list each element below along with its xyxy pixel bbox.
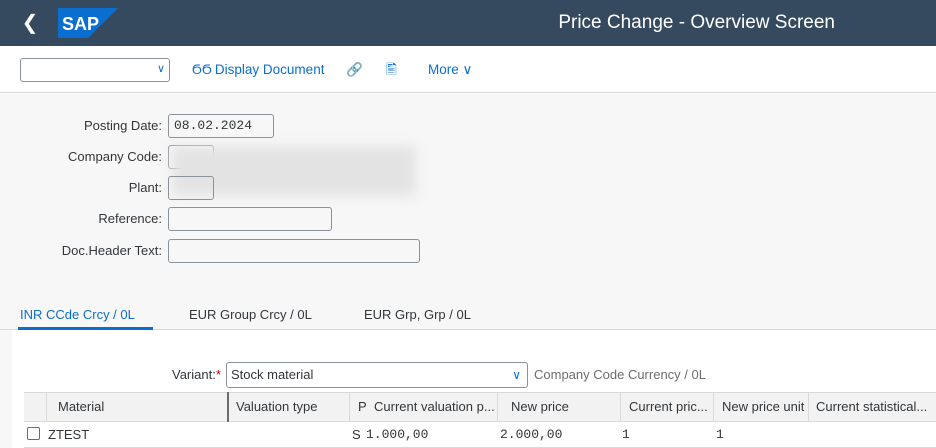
cell-current-price-unit[interactable]: 1 (622, 427, 630, 442)
plant-field[interactable] (168, 176, 214, 200)
col-header-material[interactable]: Material (58, 399, 224, 414)
required-mark: * (215, 367, 221, 382)
doc-header-text-field[interactable] (168, 239, 420, 263)
row-select-checkbox[interactable] (27, 427, 40, 440)
col-header-p[interactable]: P (358, 399, 370, 414)
variant-select[interactable]: Stock material ∨ (226, 362, 528, 388)
document-icon[interactable]: 🖺 (386, 59, 397, 81)
col-header-current-statistical[interactable]: Current statistical... (816, 399, 934, 414)
cell-p[interactable]: S (352, 427, 361, 442)
sap-logo: SAP (58, 8, 118, 38)
more-button[interactable]: More ∨ (428, 59, 472, 81)
display-document-button[interactable]: ϬϬ Display Document (192, 59, 324, 81)
table-row[interactable] (24, 422, 936, 448)
col-header-new-price[interactable]: New price (511, 399, 611, 414)
col-header-new-price-unit[interactable]: New price unit (722, 399, 814, 414)
reference-field[interactable] (168, 207, 332, 231)
chevron-down-icon: ∨ (462, 62, 473, 77)
variant-label: Variant:* (172, 367, 221, 382)
cell-material[interactable]: ZTEST (48, 427, 89, 442)
col-header-valuation-type[interactable]: Valuation type (236, 399, 346, 414)
doc-header-text-label: Doc.Header Text: (61, 243, 162, 258)
back-icon[interactable]: ❮ (16, 9, 44, 37)
page-title: Price Change - Overview Screen (558, 12, 835, 33)
svg-text:SAP: SAP (62, 14, 99, 34)
glasses-icon: ϬϬ (192, 62, 212, 77)
chevron-down-icon: ∨ (512, 368, 521, 382)
tab-eur-grp-grp[interactable]: EUR Grp, Grp / 0L (364, 307, 471, 322)
col-header-current-valuation-price[interactable]: Current valuation p... (374, 399, 496, 414)
reference-label: Reference: (98, 211, 162, 226)
tab-eur-group-crcy[interactable]: EUR Group Crcy / 0L (189, 307, 312, 322)
posting-date-field[interactable]: 08.02.2024 (168, 114, 274, 138)
plant-label: Plant: (128, 180, 162, 195)
chevron-down-icon: ∨ (156, 63, 165, 75)
cell-current-valuation-price[interactable]: 1.000,00 (366, 427, 428, 442)
posting-date-label: Posting Date: (83, 118, 162, 133)
col-header-current-price-unit[interactable]: Current pric... (629, 399, 711, 414)
currency-label: Company Code Currency / 0L (534, 367, 706, 382)
tab-inr-ccde-crcy[interactable]: INR CCde Crcy / 0L (20, 307, 135, 322)
company-code-label: Company Code: (68, 149, 162, 164)
shell-bar: ❮ SAP Price Change - Overview Screen (0, 0, 936, 46)
cell-new-price[interactable]: 2.000,00 (500, 427, 562, 442)
cell-new-price-unit[interactable]: 1 (716, 427, 724, 442)
toolbar-select[interactable]: ∨ (20, 58, 170, 82)
link-icon[interactable]: 🔗 (346, 59, 363, 81)
toolbar: ∨ ϬϬ Display Document 🔗 🖺 More ∨ (0, 46, 936, 93)
